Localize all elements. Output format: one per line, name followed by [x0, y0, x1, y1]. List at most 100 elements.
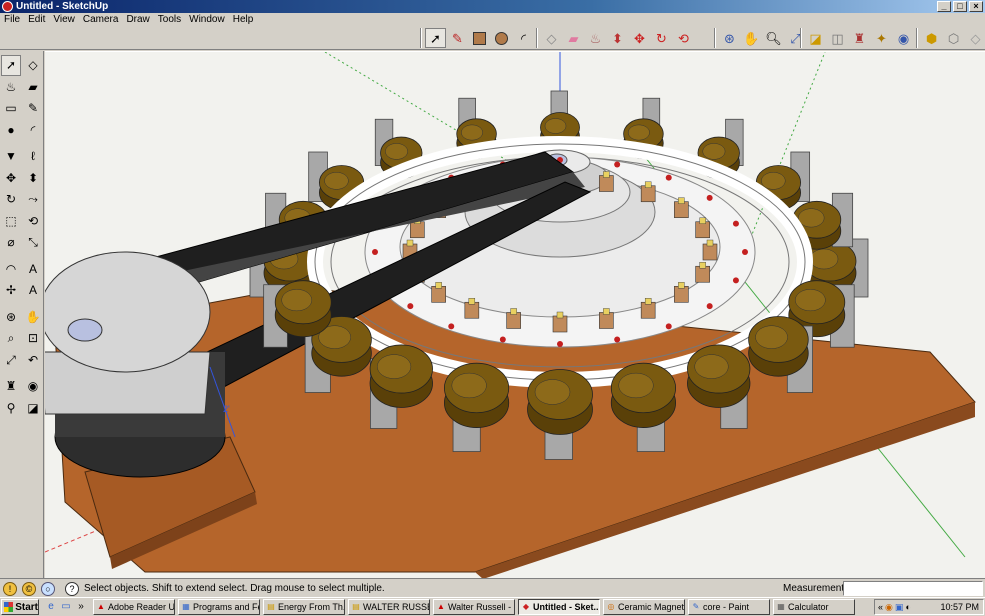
taskbar-button[interactable]: ▲Adobe Reader U... — [93, 599, 175, 615]
antivirus-icon[interactable]: ◉ — [885, 602, 893, 613]
menu-window[interactable]: Window — [185, 13, 229, 26]
circle-tool-icon[interactable] — [491, 28, 512, 48]
taskbar-button[interactable]: ◎ Ceramic Magnet... — [603, 599, 685, 615]
zoom-tool-icon[interactable]: ⌕ — [1, 328, 21, 349]
menu-tools[interactable]: Tools — [154, 13, 185, 26]
orbit-tool-icon[interactable]: ⊛ — [719, 28, 740, 48]
chevron-left-icon[interactable]: « — [878, 602, 883, 612]
rotor-pin — [614, 336, 621, 343]
menu-draw[interactable]: Draw — [122, 13, 153, 26]
maximize-button[interactable]: □ — [953, 1, 967, 12]
move-tool-icon[interactable]: ✥ — [1, 168, 21, 189]
menu-file[interactable]: File — [0, 13, 24, 26]
select-tool-icon[interactable]: ➚ — [425, 28, 446, 48]
left-toolbar-row: ♨ ▰ — [0, 77, 43, 98]
paint-bucket-tool-icon[interactable]: ♨ — [585, 28, 606, 48]
push-pull-tool-icon[interactable]: ⬍ — [23, 168, 43, 189]
section-plane-tool-icon[interactable]: ◪ — [805, 28, 826, 48]
menu-view[interactable]: View — [49, 13, 79, 26]
instructor-help-icon[interactable]: ? — [65, 582, 79, 596]
left-toolbar-row: ▭ ✎ — [0, 98, 43, 119]
coil-highlight — [281, 289, 313, 312]
pan-tool-icon[interactable]: ✋ — [741, 28, 762, 48]
menu-camera[interactable]: Camera — [79, 13, 123, 26]
close-button[interactable]: × — [969, 1, 983, 12]
taskbar-button[interactable]: ▤WALTER RUSSELL — [348, 599, 430, 615]
walk-tool-icon[interactable]: ◫ — [827, 28, 848, 48]
previous-view-tool-icon[interactable]: ↶ — [23, 350, 43, 371]
rectangle-tool-icon[interactable]: ▭ — [1, 98, 21, 119]
taskbar-button[interactable]: ▦ Calculator — [773, 599, 855, 615]
taskbar-button[interactable]: ▦Programs and Fe... — [178, 599, 260, 615]
arc-tool-icon[interactable]: ◜ — [513, 28, 534, 48]
dimension-tool-icon[interactable]: ⤡ — [23, 232, 43, 253]
move-tool-icon[interactable]: ✥ — [629, 28, 650, 48]
menu-help[interactable]: Help — [229, 13, 258, 26]
text-tool-icon[interactable]: A — [23, 259, 43, 280]
drawing-viewport[interactable]: 2' — [45, 51, 985, 578]
tape-eraser-tool-icon[interactable]: ▰ — [563, 28, 584, 48]
tape-measure-tool-icon[interactable]: ⌀ — [1, 232, 21, 253]
eraser-tool-icon[interactable]: ◇ — [541, 28, 562, 48]
section-plane-tool-icon[interactable]: ◪ — [23, 398, 43, 419]
rotate-tool-icon[interactable]: ↻ — [651, 28, 672, 48]
erase-tool-icon[interactable]: ▰ — [23, 77, 43, 98]
follow-me-tool-icon[interactable]: ⤳ — [23, 189, 43, 210]
pencil-line-tool-icon[interactable]: ✎ — [447, 28, 468, 48]
circle-tool-icon[interactable]: ● — [1, 120, 21, 141]
minimize-button[interactable]: _ — [937, 1, 951, 12]
scale-tool-icon[interactable]: ⬚ — [1, 211, 21, 232]
orbit-tool-icon[interactable]: ⊛ — [1, 307, 21, 328]
push-pull-tool-icon[interactable]: ⬍ — [607, 28, 628, 48]
position-camera-tool-icon[interactable]: ♜ — [1, 376, 21, 397]
position-camera-tool-icon[interactable]: ♜ — [849, 28, 870, 48]
zoom-extents-tool-icon[interactable]: ⤢ — [1, 350, 21, 371]
browser-icon[interactable]: e — [45, 601, 57, 613]
zoom-window-tool-icon[interactable]: ⊡ — [23, 328, 43, 349]
menu-edit[interactable]: Edit — [24, 13, 49, 26]
share-model-tool-icon[interactable]: ⬡ — [943, 28, 964, 48]
coil-highlight — [809, 248, 839, 270]
polygon-tool-icon[interactable]: ▼ — [1, 146, 21, 167]
components-tool-icon[interactable]: ◉ — [893, 28, 914, 48]
offset-tool-icon[interactable]: ⟲ — [673, 28, 694, 48]
axes-tool-icon[interactable]: ✢ — [1, 280, 21, 301]
show-desktop-icon[interactable]: ▭ — [60, 601, 72, 613]
measurements-input[interactable] — [843, 581, 983, 596]
taskbar-button[interactable]: ◆ Untitled - Sket... — [518, 599, 600, 615]
pencil-line-tool-icon[interactable]: ✎ — [23, 98, 43, 119]
component-browser-tool-icon[interactable]: ⬢ — [921, 28, 942, 48]
coil-highlight — [544, 118, 567, 134]
look-around-tool-icon[interactable]: ◉ — [23, 376, 43, 397]
rectangle-tool-icon[interactable] — [469, 28, 490, 48]
3d-text-tool-icon[interactable]: A — [23, 280, 43, 301]
look-around-tool-icon[interactable]: ✦ — [871, 28, 892, 48]
chevron-right-icon[interactable]: » — [75, 601, 87, 613]
rotor-magnet-tip — [699, 262, 706, 269]
rotate-tool-icon[interactable]: ↻ — [1, 189, 21, 210]
paint-bucket-tool-icon[interactable]: ♨ — [1, 77, 21, 98]
3d-model-canvas[interactable]: 2' — [45, 52, 985, 578]
taskbar-button[interactable]: ▲ Walter Russell - ... — [433, 599, 515, 615]
taskbar-button[interactable]: ▤ Energy From Th... — [263, 599, 345, 615]
geo-location-icon[interactable]: ! — [3, 582, 17, 596]
rotor-magnet — [410, 221, 425, 239]
pan-tool-icon[interactable]: ✋ — [23, 307, 43, 328]
walk-tool-icon[interactable]: ⚲ — [1, 398, 21, 419]
zoom-tool-icon[interactable]: 🔍︎ — [763, 28, 784, 48]
toolbar-grip — [420, 28, 422, 48]
offset-tool-icon[interactable]: ⟲ — [23, 211, 43, 232]
eraser-tool-icon[interactable]: ◇ — [23, 55, 43, 76]
select-tool-icon[interactable]: ➚ — [1, 55, 21, 76]
taskbar-button[interactable]: ✎ core - Paint — [688, 599, 770, 615]
credits-icon[interactable]: © — [22, 582, 36, 596]
network-icon[interactable]: ▣ — [895, 602, 904, 613]
get-models-tool-icon[interactable]: ◇ — [965, 28, 985, 48]
freehand-tool-icon[interactable]: ℓ — [23, 146, 43, 167]
volume-icon[interactable]: ◐ — [905, 602, 910, 612]
start-button[interactable]: Start — [1, 599, 39, 615]
protractor-tool-icon[interactable]: ◠ — [1, 259, 21, 280]
user-icon[interactable]: ○ — [41, 582, 55, 596]
arc-tool-icon[interactable]: ◜ — [23, 120, 43, 141]
rotor-pin — [706, 194, 713, 201]
